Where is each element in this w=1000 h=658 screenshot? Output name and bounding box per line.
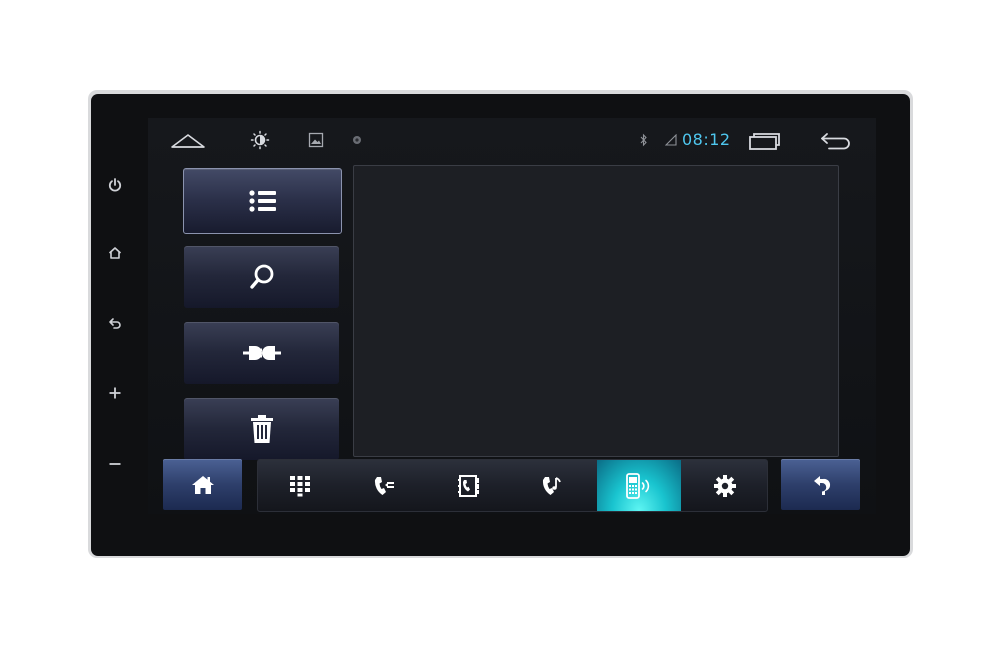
- menu-search-button[interactable]: [184, 246, 339, 308]
- return-button[interactable]: [781, 459, 860, 510]
- dialpad-icon: [290, 475, 310, 496]
- hw-back-button[interactable]: [100, 308, 130, 338]
- back-arrow-icon: [821, 133, 850, 150]
- brightness-icon: [250, 130, 270, 150]
- power-icon: [108, 178, 122, 192]
- record-dot-icon: [353, 136, 361, 144]
- tab-phone-device[interactable]: [597, 460, 681, 511]
- trash-icon: [250, 415, 273, 443]
- tab-contacts[interactable]: [426, 460, 510, 511]
- settings-gear-icon: [714, 474, 736, 497]
- volume-down-icon: [109, 463, 121, 465]
- hw-volume-down-button[interactable]: [100, 449, 130, 479]
- status-clock: 08:12: [682, 130, 731, 149]
- menu-pair-button[interactable]: [184, 322, 339, 384]
- bluetooth-icon: [640, 133, 647, 147]
- contacts-icon: [458, 474, 479, 497]
- hw-home-button[interactable]: [100, 238, 130, 268]
- gallery-icon: [308, 132, 324, 148]
- music-call-icon: [542, 476, 561, 495]
- pair-plug-icon: [242, 346, 281, 360]
- call-log-icon: [374, 476, 394, 495]
- tab-call-log[interactable]: [342, 460, 426, 511]
- gallery-button[interactable]: [306, 130, 326, 150]
- hw-volume-up-button[interactable]: [100, 378, 130, 408]
- home-icon: [108, 247, 122, 259]
- tab-music-call[interactable]: [510, 460, 594, 511]
- home-icon: [191, 475, 214, 494]
- device-list-panel: [353, 165, 839, 457]
- menu-delete-button[interactable]: [184, 398, 339, 460]
- screen: 08:12: [148, 118, 876, 514]
- back-icon: [109, 318, 121, 329]
- nav-home-button[interactable]: [168, 127, 208, 153]
- home-button[interactable]: [163, 459, 242, 510]
- signal-icon: [665, 134, 677, 146]
- brightness-button[interactable]: [248, 129, 272, 151]
- record-indicator: [350, 133, 364, 147]
- bluetooth-indicator: [638, 131, 650, 149]
- nav-back-button[interactable]: [818, 129, 854, 153]
- phone-device-icon: [626, 472, 650, 499]
- recent-apps-button[interactable]: [746, 129, 782, 153]
- menu-list-button[interactable]: [183, 168, 342, 234]
- status-bar: 08:12: [148, 118, 876, 162]
- phone-tab-bar: [257, 459, 768, 512]
- return-arrow-icon: [813, 475, 830, 495]
- signal-indicator: [664, 132, 678, 148]
- home-outline-icon: [171, 134, 205, 148]
- recent-apps-icon: [749, 133, 780, 150]
- hw-power-button[interactable]: [100, 170, 130, 200]
- search-icon: [249, 264, 273, 289]
- tab-settings[interactable]: [683, 460, 767, 511]
- tab-dialpad[interactable]: [258, 460, 342, 511]
- volume-up-icon: [109, 387, 121, 399]
- list-icon: [248, 190, 276, 212]
